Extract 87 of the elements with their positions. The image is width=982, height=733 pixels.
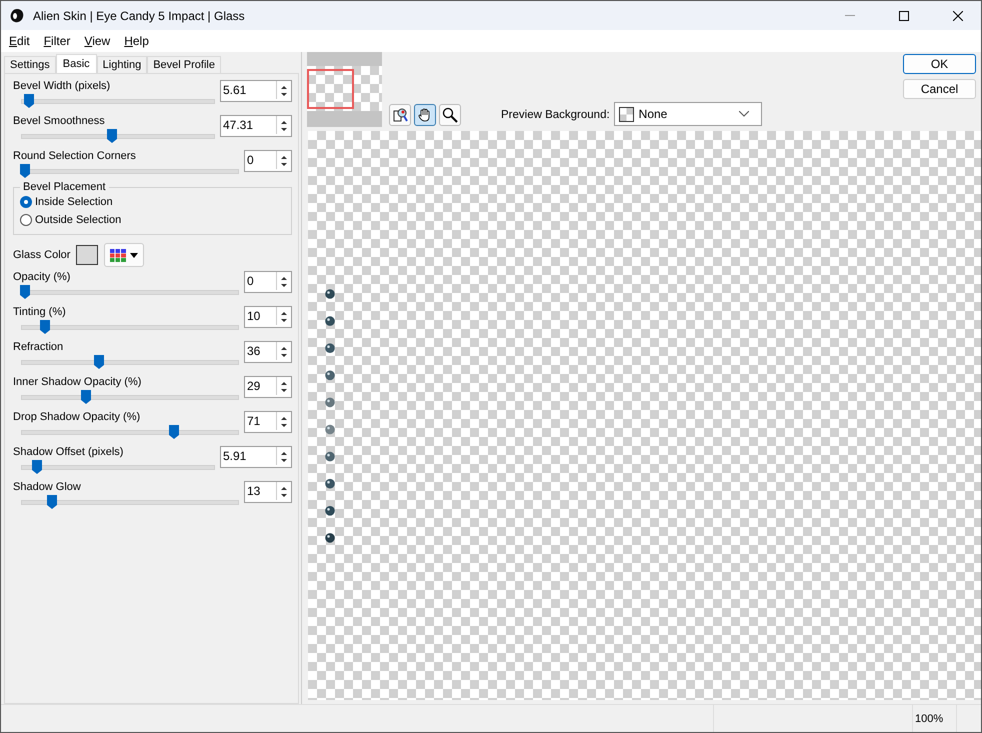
radio-button[interactable] (20, 196, 32, 208)
number-spinner[interactable]: 13 (244, 481, 292, 503)
dialog-button[interactable]: OK (903, 54, 976, 74)
tab[interactable]: Settings (4, 56, 56, 73)
number-spinner[interactable]: 5.91 (220, 446, 292, 468)
spin-arrows-icon (280, 310, 288, 324)
preview-background-dropdown[interactable]: None (614, 102, 762, 126)
slider-thumb[interactable] (32, 460, 42, 474)
preview-tool-button[interactable] (389, 104, 411, 126)
window-title: Alien Skin | Eye Candy 5 Impact | Glass (33, 8, 246, 22)
slider-thumb[interactable] (20, 164, 30, 178)
number-field[interactable]: 5.61 (221, 81, 277, 99)
slider-thumb[interactable] (40, 320, 50, 334)
slider-label: Shadow Glow (13, 480, 82, 493)
tab[interactable]: Lighting (96, 56, 148, 73)
menu-item[interactable]: Edit (9, 34, 30, 48)
tab[interactable]: Basic (56, 54, 97, 74)
view-frame[interactable] (307, 69, 354, 109)
radio-label[interactable]: Inside Selection (35, 196, 113, 208)
close-icon (953, 10, 963, 20)
color-grid-icon (110, 248, 126, 262)
number-field[interactable]: 29 (245, 377, 277, 395)
radio-button[interactable] (20, 214, 32, 226)
slider-thumb[interactable] (168, 425, 179, 439)
number-spinner[interactable]: 36 (244, 341, 292, 363)
slider-label: Opacity (%) (13, 270, 72, 283)
spin-arrows-icon (280, 415, 288, 429)
slider-label: Round Selection Corners (13, 149, 137, 162)
zoom-tool-button[interactable] (439, 104, 461, 126)
slider-label: Bevel Width (pixels) (13, 79, 112, 92)
slider-label: Refraction (13, 340, 64, 353)
caret-icon (130, 252, 138, 258)
slider-label: Bevel Smoothness (13, 114, 106, 127)
number-spinner[interactable]: 0 (244, 271, 292, 293)
spin-arrows-icon (280, 275, 288, 289)
spin-arrows-icon (280, 380, 288, 394)
spin-arrows-icon (280, 450, 288, 464)
radio-label[interactable]: Outside Selection (35, 214, 122, 226)
menu-item[interactable]: View (84, 34, 110, 48)
magnifier-page-icon (392, 107, 408, 123)
minimize-icon (845, 14, 855, 16)
slider-label: Inner Shadow Opacity (%) (13, 375, 142, 388)
slider-label: Drop Shadow Opacity (%) (13, 410, 142, 423)
slider-thumb[interactable] (107, 129, 118, 143)
group-title: Bevel Placement (22, 181, 107, 193)
slider-thumb[interactable] (20, 285, 30, 299)
search-icon (442, 107, 458, 123)
app-icon (9, 8, 25, 24)
number-field[interactable]: 5.91 (221, 447, 277, 465)
number-spinner[interactable]: 5.61 (220, 80, 292, 102)
number-field[interactable]: 0 (245, 151, 277, 169)
slider-thumb[interactable] (81, 390, 92, 404)
number-field[interactable]: 0 (245, 272, 277, 290)
palette-button[interactable] (104, 243, 144, 267)
menu-item[interactable]: Filter (44, 34, 70, 48)
slider-label: Tinting (%) (13, 305, 67, 318)
spin-arrows-icon (280, 485, 288, 499)
spin-arrows-icon (280, 119, 288, 133)
glass-color-label: Glass Color (13, 249, 70, 261)
dialog-button[interactable]: Cancel (903, 79, 976, 99)
number-field[interactable]: 10 (245, 307, 277, 325)
checker-swatch-icon (618, 106, 634, 122)
spin-arrows-icon (280, 84, 288, 98)
slider-thumb[interactable] (94, 355, 104, 369)
number-field[interactable]: 36 (245, 342, 277, 360)
number-spinner[interactable]: 47.31 (220, 115, 292, 137)
maximize-icon (899, 10, 909, 20)
slider-thumb[interactable] (24, 94, 34, 108)
spin-arrows-icon (280, 345, 288, 359)
zoom-level: 100% (913, 705, 957, 732)
number-spinner[interactable]: 29 (244, 376, 292, 398)
number-spinner[interactable]: 71 (244, 411, 292, 433)
slider-thumb[interactable] (46, 495, 57, 509)
number-spinner[interactable]: 0 (244, 150, 292, 172)
color-swatch[interactable] (76, 245, 98, 265)
chevron-down-icon (738, 111, 749, 117)
number-spinner[interactable]: 10 (244, 306, 292, 328)
menu-item[interactable]: Help (124, 34, 149, 48)
number-field[interactable]: 13 (245, 482, 277, 500)
number-field[interactable]: 47.31 (221, 116, 277, 134)
hand-tool-button[interactable] (414, 104, 436, 126)
spin-arrows-icon (280, 154, 288, 168)
preview-background-label: Preview Background: (501, 109, 610, 123)
number-field[interactable]: 71 (245, 412, 277, 430)
tab[interactable]: Bevel Profile (147, 56, 221, 73)
navigator-thumbnail[interactable] (307, 52, 382, 127)
slider-label: Shadow Offset (pixels) (13, 445, 124, 458)
